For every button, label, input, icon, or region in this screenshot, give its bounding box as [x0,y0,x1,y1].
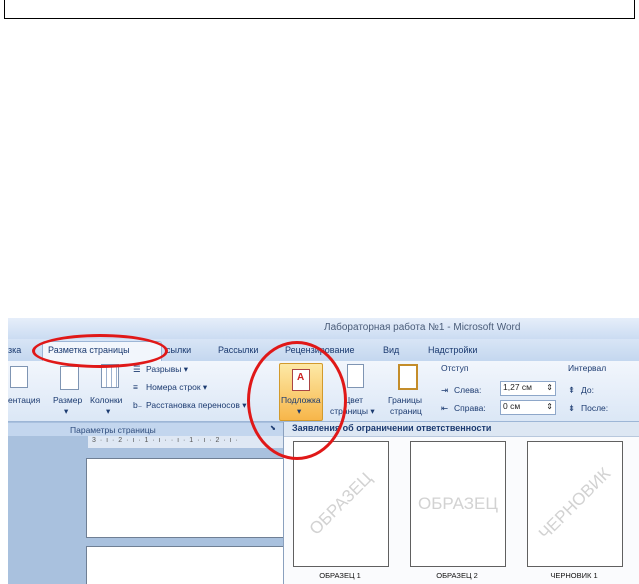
watermark-text: ОБРАЗЕЦ [418,494,498,513]
page-color-label-2[interactable]: страницы ▾ [330,406,375,417]
page-borders-icon[interactable] [398,364,418,390]
watermark-text: ОБРАЗЕЦ [305,468,376,539]
word-window: Лабораторная работа №1 - Microsoft Word … [8,318,639,584]
indent-right-input[interactable]: 0 см ⇕ [500,400,556,415]
hyphenation-button[interactable]: Расстановка переносов ▾ [146,400,247,411]
spin-arrows-icon[interactable]: ⇕ [546,383,553,392]
spacing-after-icon: ⇟ [568,403,576,413]
watermark-caption: ОБРАЗЕЦ 2 [436,571,478,580]
tab-review[interactable]: Рецензирование [285,345,355,355]
chevron-down-icon[interactable]: ▾ [64,406,68,417]
indent-title: Отступ [441,363,469,373]
spacing-before-label: До: [581,385,594,395]
indent-right-icon: ⇤ [441,403,449,413]
columns-icon[interactable] [101,364,119,388]
watermark-text: ЧЕРНОВИК [535,464,615,544]
document-area [8,436,288,584]
gallery-header-text: Заявления об ограничении ответственности [292,423,492,433]
watermark-option-sample-2[interactable]: ОБРАЗЕЦ [410,441,506,567]
watermark-caption: ЧЕРНОВИК 1 [550,571,598,580]
horizontal-ruler[interactable]: 3 · ı · 2 · ı · 1 · ı · · ı · 1 · ı · 2 … [88,436,283,449]
tab-page-layout[interactable]: Разметка страницы [48,345,130,355]
page-setup-group-label: Параметры страницы [70,425,156,435]
indent-right-value: 0 см [503,401,521,411]
line-numbers-button[interactable]: Номера строк ▾ [146,382,207,393]
tab-references[interactable]: сылки [166,345,191,355]
size-button[interactable]: Размер [53,395,82,405]
top-text-box [4,0,635,19]
breaks-button[interactable]: Разрывы ▾ [146,364,188,375]
document-page[interactable] [86,546,288,584]
page-setup-group-footer: Параметры страницы ⬊ [8,422,283,436]
indent-left-icon: ⇥ [441,385,449,395]
indent-left-input[interactable]: 1,27 см ⇕ [500,381,556,396]
watermark-button[interactable]: A Подложка ▾ [279,363,323,421]
size-icon[interactable] [60,366,79,390]
indent-left-label: Слева: [454,385,482,395]
page-color-label[interactable]: Цвет [344,395,363,405]
watermark-label: Подложка [281,395,321,405]
ribbon-tabs: зка Разметка страницы сылки Рассылки Рец… [8,339,639,362]
indent-right-label: Справа: [454,403,486,413]
page-borders-label-2[interactable]: страниц [390,406,422,416]
page-color-icon[interactable] [347,364,364,388]
watermark-icon: A [292,369,310,391]
window-title: Лабораторная работа №1 - Microsoft Word [324,322,521,333]
page-borders-label[interactable]: Границы [388,395,422,405]
watermark-option-sample-1[interactable]: ОБРАЗЕЦ [293,441,389,567]
spin-arrows-icon[interactable]: ⇕ [546,402,553,411]
tab-insert[interactable]: зка [8,345,21,355]
spacing-title: Интервал [568,363,607,373]
spacing-before-icon: ⇞ [568,385,576,395]
title-bar: Лабораторная работа №1 - Microsoft Word [8,318,639,339]
tab-view[interactable]: Вид [383,345,399,355]
orientation-button[interactable]: ентация [8,395,40,405]
hyphenation-icon: b₋ [133,400,143,410]
tab-mailings[interactable]: Рассылки [218,345,258,355]
document-page[interactable] [86,458,288,538]
chevron-down-icon: ▾ [297,406,302,416]
spacing-after-label: После: [581,403,609,413]
ruler-ticks: 3 · ı · 2 · ı · 1 · ı · · ı · 1 · ı · 2 … [92,437,239,444]
gallery-header: Заявления об ограничении ответственности [284,422,639,437]
line-numbers-icon: ≡ [133,382,138,392]
dialog-launcher-icon[interactable]: ⬊ [270,424,276,432]
breaks-icon: ☰ [133,364,141,374]
columns-button[interactable]: Колонки [90,395,122,405]
tab-addins[interactable]: Надстройки [428,345,477,355]
watermark-option-draft-1[interactable]: ЧЕРНОВИК [527,441,623,567]
orientation-icon[interactable] [10,366,28,388]
indent-left-value: 1,27 см [503,382,532,392]
chevron-down-icon[interactable]: ▾ [106,406,110,417]
ribbon: ентация Размер ▾ Колонки ▾ ☰ Разрывы ▾ ≡… [8,361,639,422]
watermark-gallery: Заявления об ограничении ответственности… [283,422,639,584]
watermark-caption: ОБРАЗЕЦ 1 [319,571,361,580]
